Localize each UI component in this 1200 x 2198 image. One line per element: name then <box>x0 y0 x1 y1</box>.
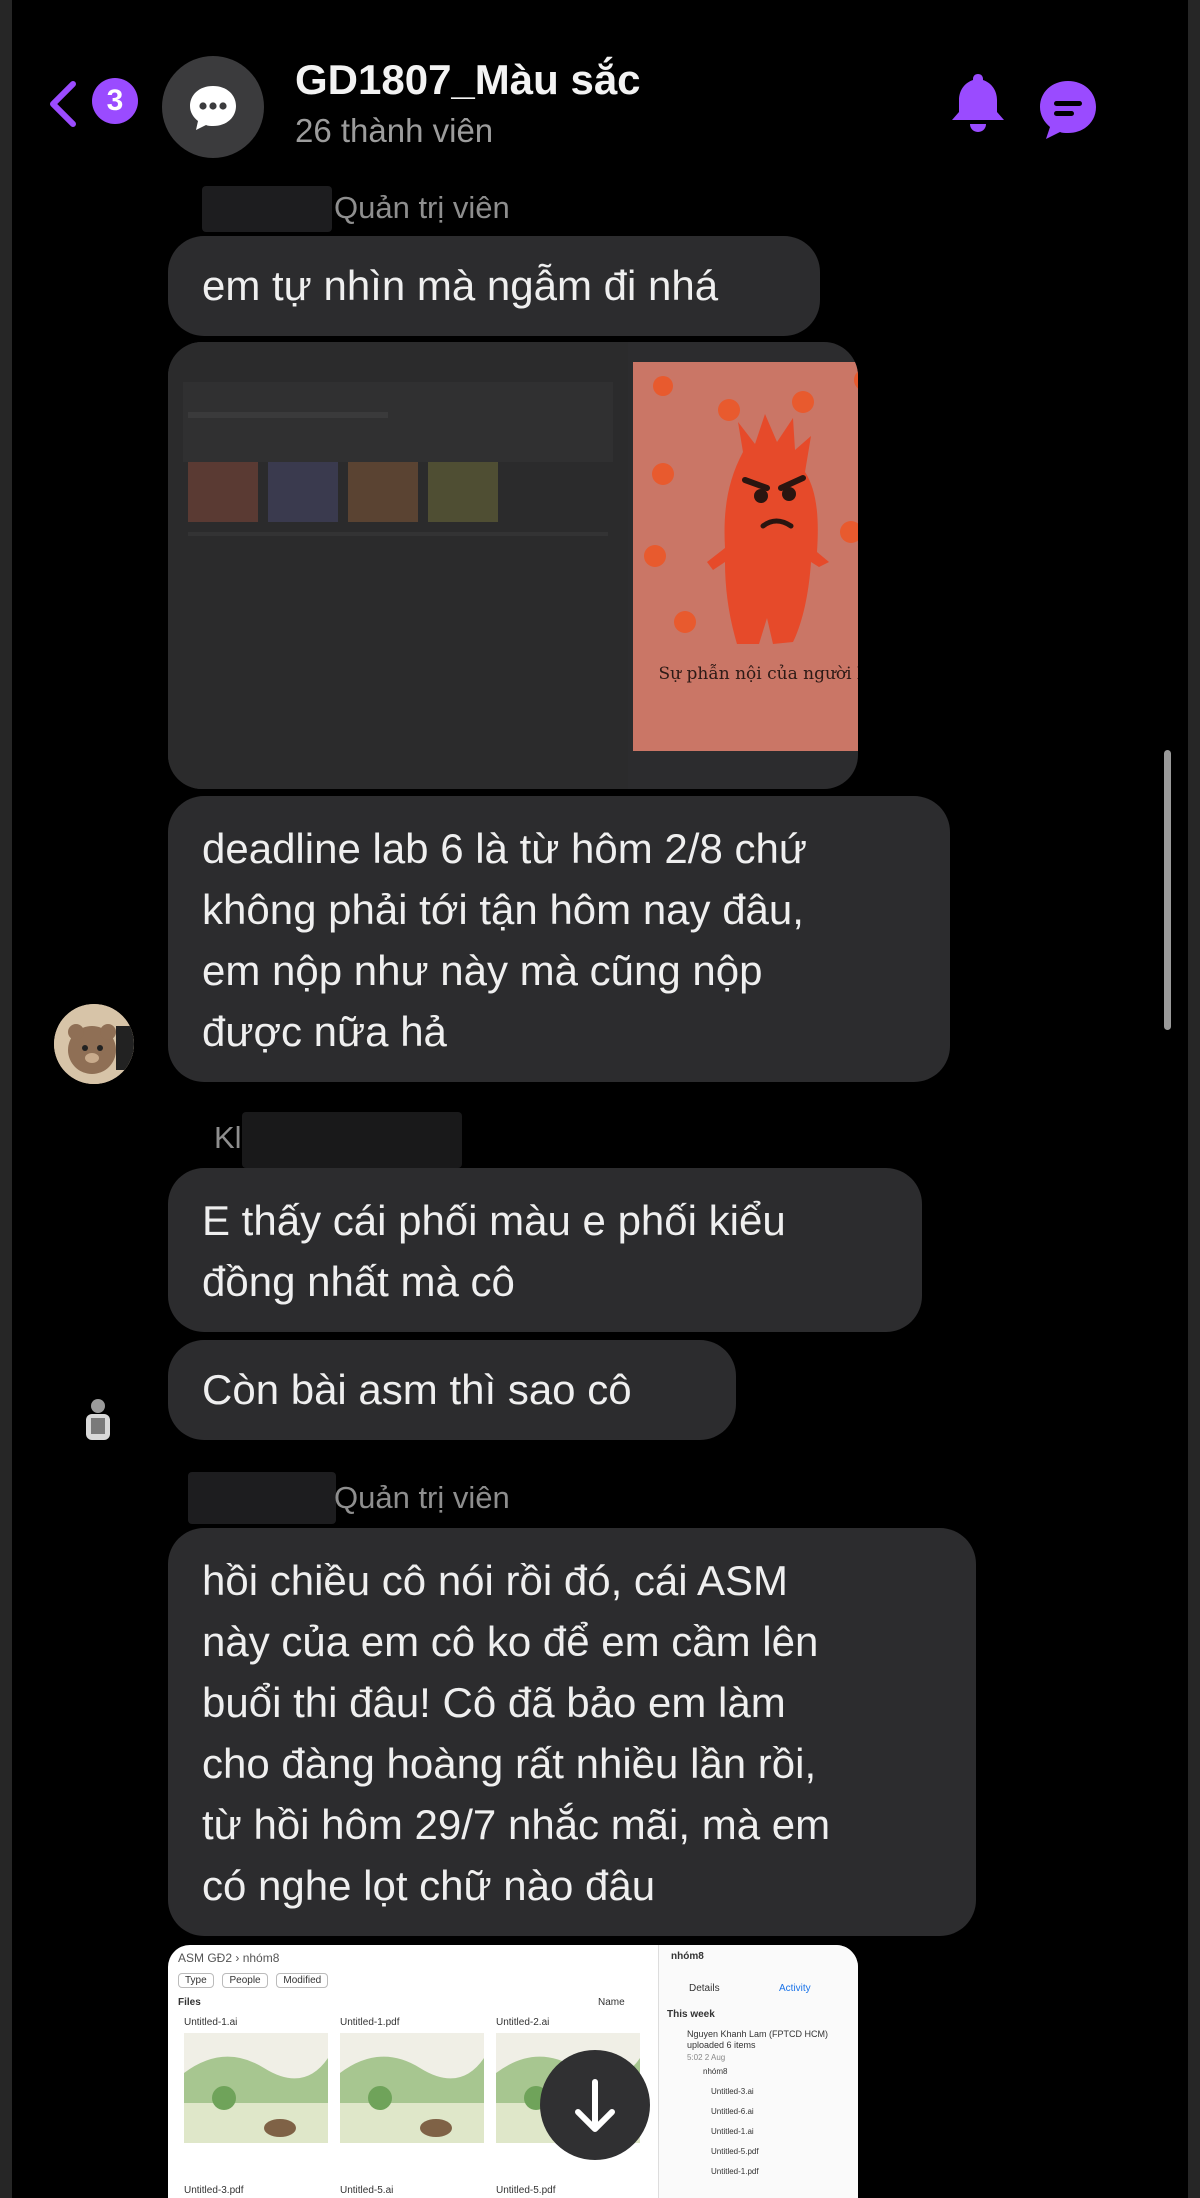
message-bubble[interactable]: deadline lab 6 là từ hôm 2/8 chứ không p… <box>168 796 950 1082</box>
filter-chip: People <box>222 1973 268 1988</box>
sort-label: Name <box>598 1997 625 2008</box>
panel-item: Untitled-1.ai <box>711 2127 754 2136</box>
group-avatar[interactable] <box>162 56 264 158</box>
redacted-name <box>242 1112 462 1168</box>
file-name: Untitled-5.ai <box>340 2185 394 2196</box>
message-text: Còn bài asm thì sao cô <box>202 1366 632 1413</box>
file-name: Untitled-1.ai <box>184 2017 238 2028</box>
breadcrumb-item: nhóm8 <box>242 1951 280 1965</box>
landscape-thumbnail <box>340 2033 484 2143</box>
image-message[interactable]: ASM GĐ2 › nhóm8 Type People Modified Fil… <box>168 1945 858 2198</box>
sender-role-label: Quản trị viên <box>334 1480 510 1515</box>
image-message[interactable]: Sự phẫn nội của người lửa <box>168 342 858 789</box>
breadcrumb: ASM GĐ2 › nhóm8 <box>178 1951 280 1965</box>
panel-tab: Details <box>689 1983 720 1994</box>
group-title[interactable]: GD1807_Màu sắc <box>295 56 641 104</box>
files-label: Files <box>178 1997 201 2008</box>
filter-chip: Type <box>178 1973 214 1988</box>
panel-item: Untitled-3.ai <box>711 2087 754 2096</box>
arrow-down-icon <box>575 2079 615 2132</box>
sender-role-label: Quản trị viên <box>334 190 510 225</box>
fire-character-illustration <box>644 371 858 644</box>
device-frame-left <box>0 0 12 2198</box>
scrollbar[interactable] <box>1164 750 1171 1030</box>
chevron-left-icon <box>50 81 76 127</box>
filter-chips: Type People Modified <box>178 1973 329 1988</box>
details-panel: nhóm8 Details Activity This week Nguyen … <box>658 1945 858 2198</box>
chat-options-icon[interactable] <box>1036 78 1100 142</box>
back-button[interactable]: 3 <box>46 76 138 132</box>
file-card: Untitled-1.pdf <box>340 2017 484 2146</box>
message-line: từ hồi hôm 29/7 nhắc mãi, mà em <box>202 1801 831 1848</box>
message-line: không phải tới tận hôm nay đâu, <box>202 886 804 933</box>
chat-bubble-icon <box>190 86 236 130</box>
file-name: Untitled-2.ai <box>496 2017 550 2028</box>
device-frame-right <box>1188 0 1200 2198</box>
chat-screen: 3 GD1807_Màu sắc 26 thành viên Quản trị … <box>12 0 1188 2198</box>
filter-chip: Modified <box>276 1973 329 1988</box>
avatar[interactable] <box>78 1396 118 1444</box>
unread-count-badge: 3 <box>92 78 138 124</box>
message-bubble[interactable]: hồi chiều cô nói rồi đó, cái ASM này của… <box>168 1528 976 1936</box>
scroll-to-bottom-button[interactable] <box>540 2050 650 2160</box>
sender-name: Kl <box>214 1120 242 1155</box>
redacted-name <box>188 1472 336 1524</box>
file-name: Untitled-5.pdf <box>496 2185 556 2196</box>
chat-header: 3 GD1807_Màu sắc 26 thành viên <box>12 0 1188 160</box>
message-line: cho đàng hoàng rất nhiều lần rồi, <box>202 1740 817 1787</box>
panel-item: Untitled-1.pdf <box>711 2167 759 2176</box>
bear-avatar-icon <box>54 1004 134 1084</box>
message-bubble[interactable]: Còn bài asm thì sao cô <box>168 1340 736 1440</box>
breadcrumb-item: ASM GĐ2 <box>178 1951 233 1965</box>
poster-image: Sự phẫn nội của người lửa <box>633 362 858 751</box>
message-line: buổi thi đâu! Cô đã bảo em làm <box>202 1679 786 1726</box>
panel-folder-name: nhóm8 <box>671 1951 704 1962</box>
message-text: em tự nhìn mà ngẫm đi nhá <box>202 262 719 309</box>
panel-item: Untitled-5.pdf <box>711 2147 759 2156</box>
poster-caption: Sự phẫn nội của người lửa <box>658 664 858 684</box>
member-count[interactable]: 26 thành viên <box>295 112 493 150</box>
panel-tab: Activity <box>779 1983 811 1994</box>
message-line: E thấy cái phối màu e phối kiểu <box>202 1197 786 1244</box>
panel-activity: Nguyen Khanh Lam (FPTCD HCM) uploaded 6 … <box>687 2029 829 2050</box>
message-line: em nộp như này mà cũng nộp <box>202 947 763 994</box>
panel-section: This week <box>667 2009 715 2020</box>
bell-icon[interactable] <box>948 70 1008 136</box>
message-line: này của em cô ko để em cầm lên <box>202 1618 819 1665</box>
landscape-thumbnail <box>184 2033 328 2143</box>
message-line: được nữa hả <box>202 1008 447 1055</box>
message-line: hồi chiều cô nói rồi đó, cái ASM <box>202 1557 788 1604</box>
message-line: đồng nhất mà cô <box>202 1258 515 1305</box>
message-bubble[interactable]: em tự nhìn mà ngẫm đi nhá <box>168 236 820 336</box>
message-line: deadline lab 6 là từ hôm 2/8 chứ <box>202 825 807 872</box>
panel-item: Untitled-6.ai <box>711 2107 754 2116</box>
redacted-name <box>202 186 332 232</box>
file-name: Untitled-3.pdf <box>184 2185 244 2196</box>
message-line: có nghe lọt chữ nào đâu <box>202 1862 656 1909</box>
message-bubble[interactable]: E thấy cái phối màu e phối kiểu đồng nhấ… <box>168 1168 922 1332</box>
panel-item: nhóm8 <box>703 2067 728 2076</box>
file-name: Untitled-1.pdf <box>340 2017 400 2028</box>
screenshot-thumbnail-background <box>168 342 628 789</box>
panel-date: 5:02 2 Aug <box>687 2053 726 2062</box>
file-card: Untitled-1.ai <box>184 2017 328 2146</box>
avatar[interactable] <box>54 1004 134 1084</box>
